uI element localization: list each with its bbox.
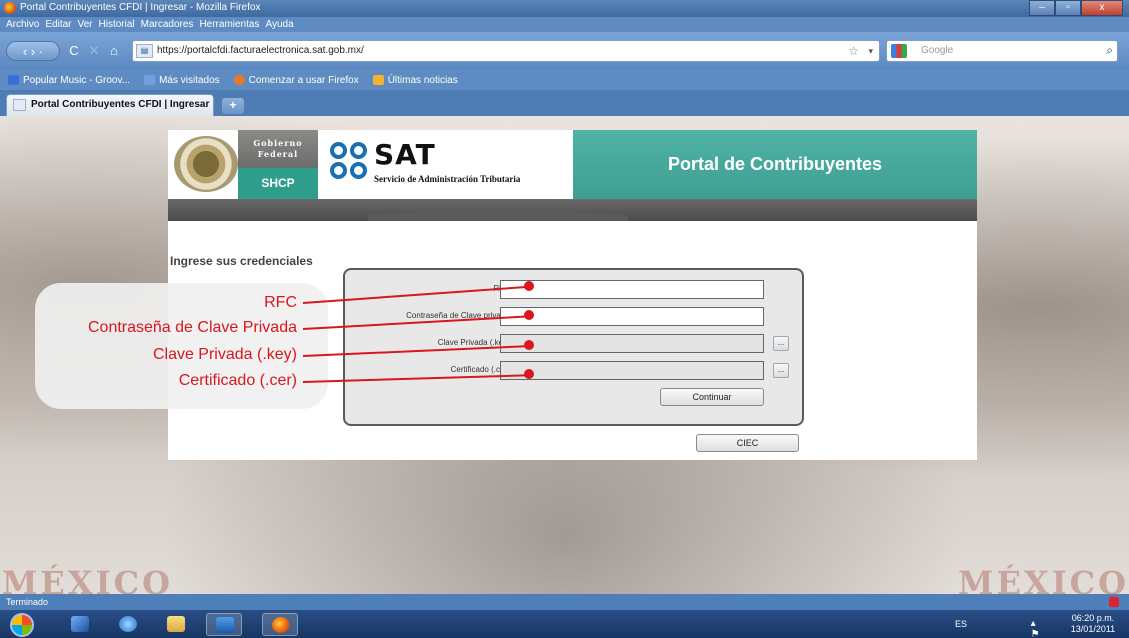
- tab-bar: Portal Contribuyentes CFDI | Ingresar +: [0, 90, 1129, 116]
- gobierno-federal-logo: Gobierno Federal: [238, 130, 318, 168]
- gobierno-text: Gobierno: [253, 138, 303, 148]
- clock[interactable]: 06:20 p.m. 13/01/2011: [1063, 613, 1123, 635]
- firefox-icon: [233, 75, 245, 85]
- addon-icon[interactable]: [1109, 597, 1119, 607]
- rss-icon: [372, 75, 384, 85]
- taskbar-item-firefox[interactable]: [262, 613, 298, 636]
- bookmark-label: Más visitados: [159, 74, 220, 86]
- google-icon[interactable]: [891, 44, 907, 58]
- callout-password: Contraseña de Clave Privada: [87, 319, 297, 336]
- clock-date: 13/01/2011: [1070, 624, 1116, 634]
- callout-dot-cer: [524, 369, 534, 379]
- bookmark-icon: [144, 75, 156, 85]
- menu-archivo[interactable]: Archivo: [6, 19, 39, 30]
- search-icon[interactable]: ⌕: [1106, 43, 1113, 58]
- new-tab-button[interactable]: +: [222, 98, 244, 114]
- site-identity-icon[interactable]: ▤: [136, 44, 153, 58]
- login-form: RFC: Contraseña de Clave privada: Clave …: [343, 268, 804, 426]
- callout-dot-key: [524, 340, 534, 350]
- rfc-input[interactable]: [500, 280, 764, 299]
- bookmarks-bar: Popular Music - Groov... Más visitados C…: [0, 70, 1129, 90]
- search-bar[interactable]: Google ⌕: [886, 40, 1118, 62]
- tab-portal-contribuyentes[interactable]: Portal Contribuyentes CFDI | Ingresar: [6, 94, 214, 116]
- taskbar-item-media-player[interactable]: [62, 613, 98, 636]
- url-bar[interactable]: ▤ https://portalcfdi.facturaelectronica.…: [132, 40, 880, 62]
- navigation-bar: ‹ › · C ✕ ⌂ ▤ https://portalcfdi.factura…: [0, 32, 1129, 70]
- callout-key: Clave Privada (.key): [152, 346, 297, 363]
- window-title: Portal Contribuyentes CFDI | Ingresar - …: [20, 2, 261, 13]
- media-player-icon: [71, 616, 89, 632]
- menu-ver[interactable]: Ver: [77, 19, 92, 30]
- menu-ayuda[interactable]: Ayuda: [265, 19, 293, 30]
- bookmark-label: Últimas noticias: [387, 74, 458, 86]
- internet-explorer-icon: [119, 616, 137, 632]
- firefox-icon: [272, 617, 290, 633]
- menu-herramientas[interactable]: Herramientas: [199, 19, 259, 30]
- bookmark-mas-visitados[interactable]: Más visitados: [144, 75, 220, 86]
- window-controls: – ▫ x: [1029, 0, 1123, 16]
- stop-icon[interactable]: ✕: [86, 41, 102, 61]
- key-file-input[interactable]: [500, 334, 764, 353]
- home-icon[interactable]: ⌂: [106, 41, 122, 61]
- portal-banner: Portal de Contribuyentes: [573, 130, 977, 199]
- folder-icon: [167, 616, 185, 632]
- callout-dot-rfc: [524, 281, 534, 291]
- sat-logo: SAT Servicio de Administración Tributari…: [330, 138, 570, 190]
- bookmark-star-icon[interactable]: ☆: [848, 41, 859, 61]
- bookmark-popular-music[interactable]: Popular Music - Groov...: [8, 75, 130, 86]
- clock-time: 06:20 p.m.: [1071, 613, 1115, 623]
- back-forward-button[interactable]: ‹ › ·: [6, 41, 60, 61]
- menu-marcadores[interactable]: Marcadores: [141, 19, 194, 30]
- sat-circles-icon: [330, 142, 370, 182]
- taskbar: ES ▴ ⚑ ◂) ▭ 06:20 p.m. 13/01/2011: [0, 610, 1129, 638]
- bookmark-label: Comenzar a usar Firefox: [248, 74, 359, 86]
- continue-button[interactable]: Continuar: [660, 388, 764, 406]
- sat-subtitle: Servicio de Administración Tributaria: [374, 174, 521, 184]
- menu-historial[interactable]: Historial: [99, 19, 135, 30]
- sat-title: SAT: [374, 138, 436, 171]
- app-icon: [216, 617, 234, 633]
- rfc-row: RFC:: [345, 280, 806, 300]
- key-browse-button[interactable]: ...: [773, 336, 789, 351]
- menu-bar: Archivo Editar Ver Historial Marcadores …: [0, 17, 1129, 32]
- firefox-icon: [4, 2, 16, 14]
- tab-favicon-icon: [13, 99, 26, 111]
- status-bar: Terminado: [0, 594, 1129, 610]
- reload-icon[interactable]: C: [66, 41, 82, 61]
- taskbar-item-app[interactable]: [206, 613, 242, 636]
- header-divider: [168, 199, 977, 221]
- credentials-heading: Ingrese sus credenciales: [170, 254, 313, 268]
- ciec-button[interactable]: CIEC: [696, 434, 799, 452]
- menu-editar[interactable]: Editar: [45, 19, 71, 30]
- callout-rfc: RFC: [264, 294, 297, 311]
- bookmark-icon: [8, 75, 19, 85]
- language-indicator[interactable]: ES: [955, 619, 967, 629]
- callout-cer: Certificado (.cer): [178, 372, 297, 389]
- close-button[interactable]: x: [1081, 0, 1123, 16]
- url-text: https://portalcfdi.facturaelectronica.sa…: [157, 45, 364, 56]
- status-text: Terminado: [6, 597, 49, 607]
- callout-dot-password: [524, 310, 534, 320]
- shcp-label: SHCP: [238, 168, 318, 199]
- portal-header: Gobierno Federal SHCP SAT Servicio de Ad…: [168, 130, 977, 199]
- search-placeholder: Google: [921, 45, 954, 56]
- federal-text: Federal: [257, 149, 299, 159]
- maximize-button[interactable]: ▫: [1055, 0, 1081, 16]
- taskbar-item-explorer[interactable]: [158, 613, 194, 636]
- tray-icons[interactable]: ▴ ⚑ ◂) ▭: [1031, 618, 1051, 638]
- taskbar-item-internet-explorer[interactable]: [110, 613, 146, 636]
- cer-file-input[interactable]: [500, 361, 764, 380]
- minimize-button[interactable]: –: [1029, 0, 1055, 16]
- password-row: Contraseña de Clave privada:: [345, 307, 806, 327]
- start-button[interactable]: [10, 613, 34, 637]
- bookmark-comenzar-firefox[interactable]: Comenzar a usar Firefox: [233, 74, 359, 86]
- private-key-password-input[interactable]: [500, 307, 764, 326]
- url-dropdown-icon[interactable]: ▾: [868, 41, 873, 61]
- window-titlebar: Portal Contribuyentes CFDI | Ingresar - …: [0, 0, 1129, 17]
- cer-browse-button[interactable]: ...: [773, 363, 789, 378]
- bookmark-label: Popular Music - Groov...: [23, 74, 131, 86]
- bookmark-ultimas-noticias[interactable]: Últimas noticias: [372, 74, 458, 86]
- tab-label: Portal Contribuyentes CFDI | Ingresar: [31, 99, 210, 110]
- mexico-seal-logo: [174, 136, 238, 192]
